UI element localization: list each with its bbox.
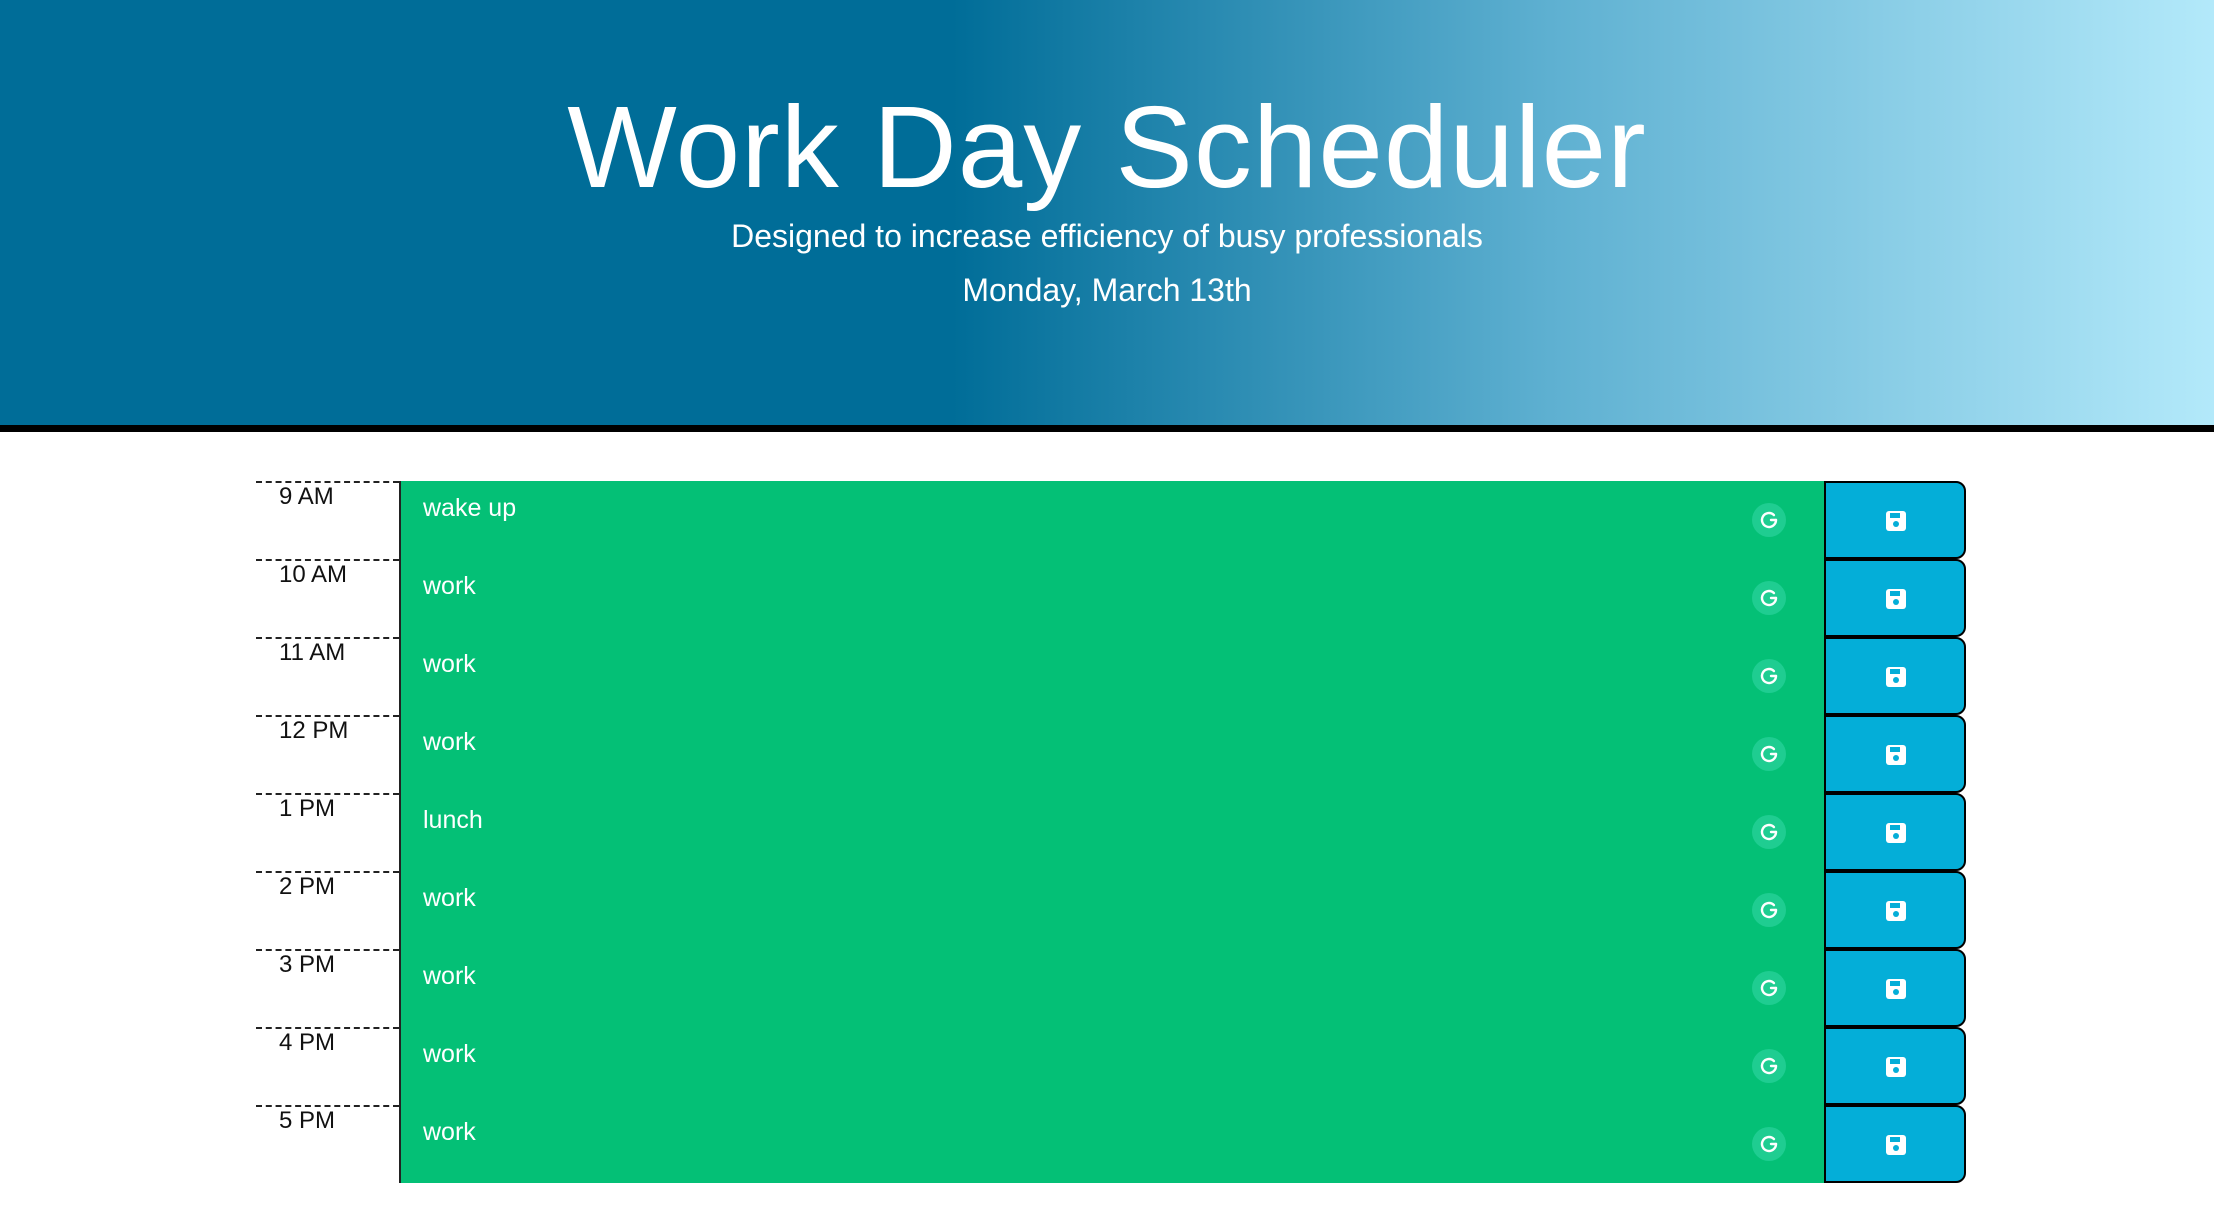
save-button[interactable]: [1824, 481, 1966, 559]
time-block-5pm: 5 PM work: [256, 1105, 1966, 1183]
hour-label: 4 PM: [256, 1027, 399, 1105]
refresh-icon: [1752, 1127, 1786, 1161]
task-text: work: [423, 1040, 476, 1068]
task-textarea[interactable]: wake up: [399, 481, 1824, 559]
task-text: work: [423, 572, 476, 600]
time-block-11am: 11 AM work: [256, 637, 1966, 715]
hour-label: 10 AM: [256, 559, 399, 637]
task-text: work: [423, 650, 476, 678]
save-icon: [1886, 901, 1906, 921]
task-text: work: [423, 962, 476, 990]
page-title: Work Day Scheduler: [567, 82, 1647, 212]
save-icon: [1886, 511, 1906, 531]
task-textarea[interactable]: work: [399, 637, 1824, 715]
current-date: Monday, March 13th: [962, 272, 1252, 308]
save-icon: [1886, 589, 1906, 609]
task-textarea[interactable]: work: [399, 1105, 1824, 1183]
hour-label: 3 PM: [256, 949, 399, 1027]
save-icon: [1886, 745, 1906, 765]
save-button[interactable]: [1824, 715, 1966, 793]
hour-label: 11 AM: [256, 637, 399, 715]
save-icon: [1886, 1057, 1906, 1077]
save-icon: [1886, 1135, 1906, 1155]
task-textarea[interactable]: work: [399, 1027, 1824, 1105]
time-block-4pm: 4 PM work: [256, 1027, 1966, 1105]
hour-label: 12 PM: [256, 715, 399, 793]
time-block-10am: 10 AM work: [256, 559, 1966, 637]
refresh-icon: [1752, 971, 1786, 1005]
save-button[interactable]: [1824, 559, 1966, 637]
save-button[interactable]: [1824, 949, 1966, 1027]
refresh-icon: [1752, 503, 1786, 537]
schedule-container: 9 AM wake up 10 AM work 11 AM work 12 PM…: [256, 481, 1966, 1183]
hour-label: 9 AM: [256, 481, 399, 559]
save-icon: [1886, 979, 1906, 999]
task-textarea[interactable]: work: [399, 949, 1824, 1027]
save-icon: [1886, 667, 1906, 687]
refresh-icon: [1752, 815, 1786, 849]
save-button[interactable]: [1824, 1105, 1966, 1183]
refresh-icon: [1752, 659, 1786, 693]
task-text: work: [423, 884, 476, 912]
task-textarea[interactable]: work: [399, 715, 1824, 793]
time-block-1pm: 1 PM lunch: [256, 793, 1966, 871]
refresh-icon: [1752, 893, 1786, 927]
save-button[interactable]: [1824, 637, 1966, 715]
task-text: wake up: [423, 494, 517, 522]
time-block-2pm: 2 PM work: [256, 871, 1966, 949]
page-header: Work Day Scheduler Designed to increase …: [0, 0, 2214, 432]
task-text: work: [423, 1118, 476, 1146]
time-block-9am: 9 AM wake up: [256, 481, 1966, 559]
save-button[interactable]: [1824, 871, 1966, 949]
refresh-icon: [1752, 581, 1786, 615]
hour-label: 1 PM: [256, 793, 399, 871]
task-textarea[interactable]: work: [399, 559, 1824, 637]
save-button[interactable]: [1824, 1027, 1966, 1105]
page-subtitle: Designed to increase efficiency of busy …: [731, 218, 1483, 254]
task-textarea[interactable]: work: [399, 871, 1824, 949]
task-text: work: [423, 728, 476, 756]
time-block-12pm: 12 PM work: [256, 715, 1966, 793]
save-button[interactable]: [1824, 793, 1966, 871]
save-icon: [1886, 823, 1906, 843]
refresh-icon: [1752, 737, 1786, 771]
hour-label: 5 PM: [256, 1105, 399, 1183]
refresh-icon: [1752, 1049, 1786, 1083]
task-text: lunch: [423, 806, 483, 834]
task-textarea[interactable]: lunch: [399, 793, 1824, 871]
hour-label: 2 PM: [256, 871, 399, 949]
time-block-3pm: 3 PM work: [256, 949, 1966, 1027]
